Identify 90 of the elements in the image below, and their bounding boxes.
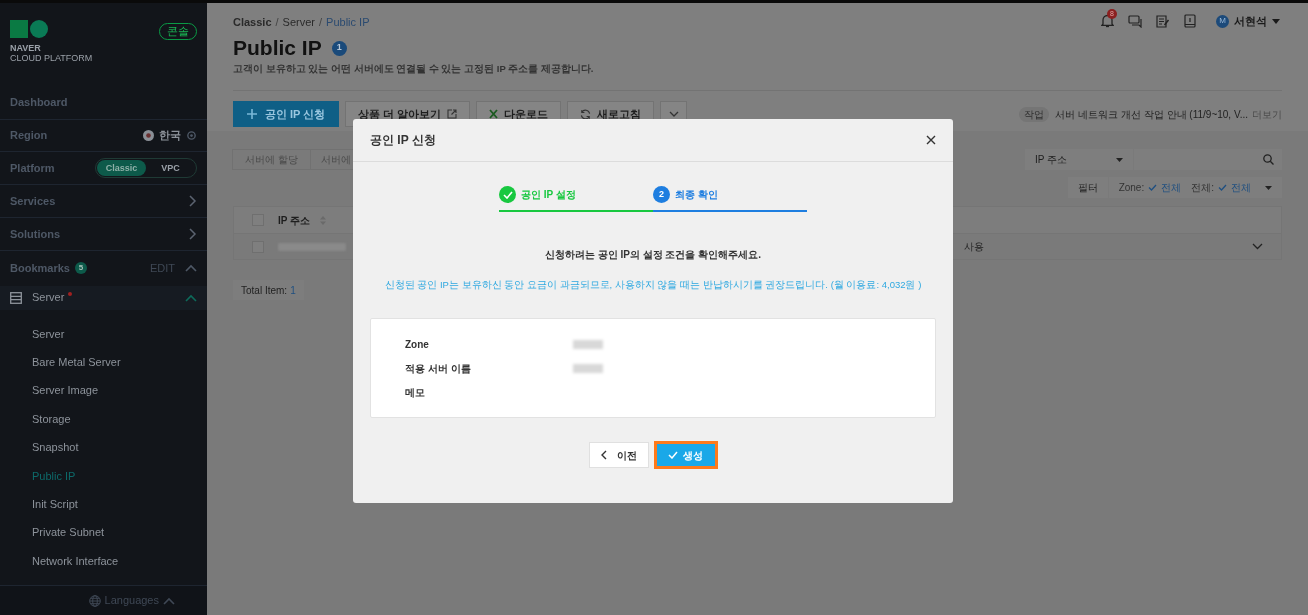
chevron-down-icon[interactable] [1252, 243, 1263, 250]
flag-icon [143, 129, 154, 141]
previous-button[interactable]: 이전 [588, 442, 649, 469]
plus-icon [247, 109, 257, 120]
book-icon[interactable] [1184, 14, 1196, 29]
check-icon [668, 451, 678, 460]
server-icon [10, 291, 22, 304]
count-badge: 5 [74, 262, 87, 275]
field-label: Zone [405, 337, 430, 352]
page-description: 고객이 보유하고 있는 어떤 서버에도 연결될 수 있는 고정된 IP 주소를 제공합니다. [233, 62, 595, 76]
refresh-icon [580, 108, 592, 120]
external-link-icon [447, 109, 458, 120]
submenu-item[interactable]: Server Image [0, 376, 207, 405]
caret-icon [1116, 157, 1123, 162]
filter-label: Zone: [1118, 181, 1145, 195]
chevron-right-icon [189, 195, 197, 208]
create-button[interactable]: 생성 [653, 441, 718, 470]
step-label: 공인 IP 설정 [521, 188, 576, 202]
user-avatar: M [1216, 14, 1229, 28]
nav-item[interactable]: Services [10, 192, 56, 210]
filter-value: 전체 [1161, 181, 1182, 195]
step-label: 최종 확인 [675, 188, 718, 202]
chevron-up-icon[interactable] [185, 264, 197, 273]
caret-icon [1265, 185, 1272, 190]
count-badge: 1 [331, 40, 347, 56]
dialog-title: 공인 IP 신청 [370, 132, 436, 149]
step[interactable]: 2 최종 확인 [653, 186, 807, 212]
logo-text: NAVER [10, 43, 42, 53]
chevron-up-icon[interactable] [163, 596, 175, 605]
submenu-item[interactable]: Network Interface [0, 546, 207, 576]
platform-label: Platform [10, 161, 55, 177]
column-header[interactable]: IP 주소 [278, 212, 311, 228]
toolbar-button[interactable]: 공인 IP 신청 [233, 101, 340, 128]
select-field[interactable]: IP 주소 [1025, 149, 1133, 170]
submenu-item[interactable]: Bare Metal Server [0, 348, 207, 377]
settings-icon[interactable] [186, 129, 197, 141]
logo-icon [10, 20, 48, 38]
breadcrumb-separator: / [319, 14, 323, 30]
search-field[interactable] [1134, 149, 1282, 170]
table-cell-text: 사용 [964, 240, 984, 254]
field-label: 메모 [405, 385, 426, 400]
region-value[interactable]: 한국 [159, 127, 181, 144]
filter-label: 전체: [1191, 181, 1214, 195]
breadcrumb[interactable]: Server [282, 13, 315, 31]
chat-icon[interactable] [1128, 14, 1142, 28]
notice-text[interactable]: 서버 네트워크 개선 작업 안내 (11/9~10, V... [1055, 106, 1248, 122]
pricing-note: 신청된 공인 IP는 보유하신 동안 요금이 과금되므로, 사용하지 않을 때는 반납하시기를 권장드립니다. (월 이용료: 4,032원 ) [383, 278, 923, 292]
platform-option[interactable]: Classic [97, 160, 146, 177]
dialog-message: 신청하려는 공인 IP의 설정 조건을 확인해주세요. [543, 248, 763, 262]
new-dot-icon [68, 292, 73, 297]
total-label: Total Item: [241, 283, 288, 298]
submenu-item[interactable]: Storage [0, 404, 207, 434]
breadcrumb-separator: / [275, 14, 279, 30]
chevron-right-icon [189, 227, 197, 240]
filter-value: 전체 [1231, 181, 1251, 195]
close-icon[interactable] [926, 135, 936, 145]
region-label: Region [10, 128, 48, 144]
bell-icon[interactable] [1101, 14, 1114, 29]
chevron-up-icon[interactable] [185, 293, 197, 302]
chevron-left-icon [600, 450, 607, 461]
dashboard-link[interactable]: Dashboard [10, 94, 68, 111]
check-icon [499, 186, 516, 203]
page-title: Public IP [233, 35, 322, 61]
breadcrumb: Public IP [326, 14, 370, 30]
field-label: 적용 서버 이름 [405, 361, 472, 376]
logo-text: CLOUD PLATFORM [10, 53, 93, 63]
group-label[interactable]: Server [32, 291, 65, 304]
submenu-item[interactable]: Snapshot [0, 433, 207, 462]
submenu-item[interactable]: Private Subnet [0, 518, 207, 547]
excel-icon [489, 109, 499, 120]
check-icon [1218, 184, 1227, 191]
globe-icon [88, 594, 101, 607]
notice-tag: 작업 [1019, 106, 1050, 122]
submenu-item[interactable]: Server [0, 319, 207, 348]
caret-icon[interactable] [1272, 18, 1280, 24]
filter-button[interactable]: 필터 [1067, 177, 1108, 198]
chevron-down-icon [668, 111, 679, 118]
breadcrumb[interactable]: Classic [233, 13, 272, 31]
user-name[interactable]: 서현석 [1234, 13, 1267, 30]
search-icon[interactable] [1263, 154, 1274, 165]
filter-summary[interactable]: Zone: 전체 전체: 전체 [1108, 177, 1282, 198]
bookmarks-label[interactable]: Bookmarks [10, 260, 70, 277]
total-count: 1 [290, 283, 296, 298]
platform-option[interactable]: VPC [146, 160, 195, 177]
nav-item[interactable]: Solutions [10, 225, 61, 243]
submenu-item[interactable]: Public IP [0, 461, 207, 490]
step-number: 2 [653, 186, 670, 203]
submenu-item[interactable]: Init Script [0, 489, 207, 519]
memo-icon[interactable] [1156, 14, 1170, 28]
check-icon [1148, 184, 1158, 191]
